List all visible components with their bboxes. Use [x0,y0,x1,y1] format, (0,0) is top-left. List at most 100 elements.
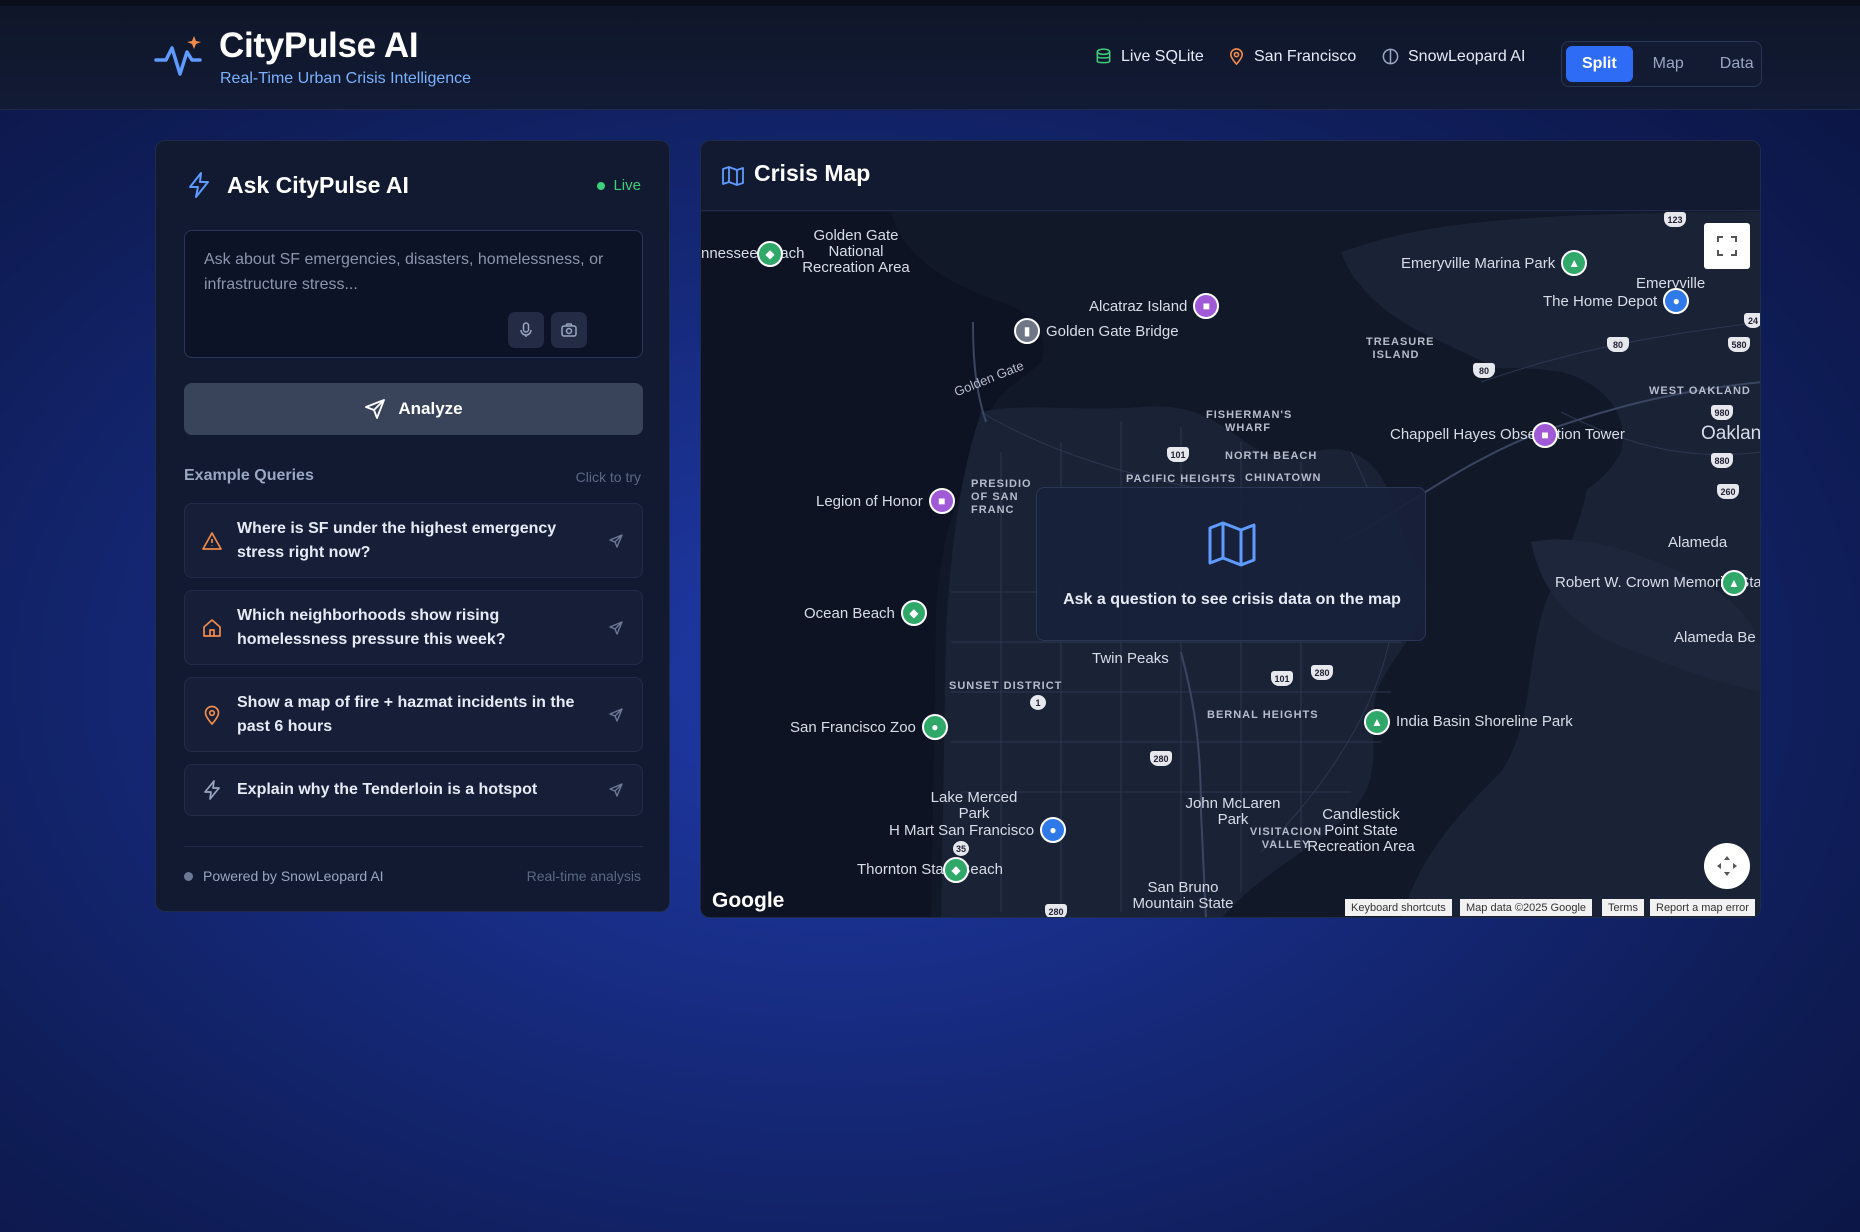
view-data-button[interactable]: Data [1704,46,1770,82]
send-icon [609,621,623,635]
poi-label: John McLaren Park [1185,795,1281,828]
poi-thornton[interactable]: Thornton State Beach ◆ [857,857,1003,883]
location-status: San Francisco [1227,47,1356,66]
home-icon [203,619,221,637]
poi-label: Legion of Honor [816,492,923,510]
engine-status: SnowLeopard AI [1381,47,1525,66]
poi-legion-of-honor[interactable]: Legion of Honor ■ [816,488,955,514]
poi-emeryville-marina[interactable]: Emeryville Marina Park ▲ [1401,250,1588,276]
view-map-button[interactable]: Map [1637,46,1700,82]
poi-label: Oaklan [1701,423,1761,444]
database-status: Live SQLite [1094,47,1204,66]
crisis-map-panel: Crisis Map Golden Gate National Recreati… [700,140,1761,918]
poi-alcatraz[interactable]: Alcatraz Island ■ [1089,293,1220,319]
highway-shield: 880 [1711,453,1733,468]
museum-pin-icon: ■ [928,488,955,514]
view-split-button[interactable]: Split [1566,46,1633,82]
camera-button[interactable] [551,312,587,348]
highway-shield: 101 [1271,671,1293,686]
analyze-button[interactable]: Analyze [184,383,643,435]
send-icon [609,708,623,722]
area-label: PACIFIC HEIGHTS [1126,473,1237,485]
live-label: Live [613,177,641,194]
highway-shield: 260 [1717,484,1739,499]
highway-shield: 280 [1045,904,1067,917]
poi-label: Chappell Hayes Observation Tower [1390,426,1625,443]
area-label: WEST OAKLAND [1649,385,1751,397]
poi-sf-zoo[interactable]: San Francisco Zoo ● [790,714,948,740]
poi-home-depot[interactable]: The Home Depot ● [1543,288,1690,314]
bridge-pin-icon: ▮ [1014,318,1040,344]
example-query-text: Show a map of fire + hazmat incidents in… [237,694,575,735]
map-empty-state-text: Ask a question to see crisis data on the… [1063,591,1401,608]
poi-label: Alameda [1668,534,1728,551]
map-header: Crisis Map [701,141,1760,211]
example-query-text: Where is SF under the highest emergency … [237,520,557,561]
map-canvas[interactable]: Golden Gate National Recreation Area nne… [701,212,1761,917]
example-query-1[interactable]: Where is SF under the highest emergency … [184,503,643,578]
beach-pin-icon: ◆ [943,857,969,883]
poi-india-basin[interactable]: ▲ India Basin Shoreline Park [1364,709,1573,735]
example-query-text: Explain why the Tenderloin is a hotspot [237,781,538,798]
poi-label: Twin Peaks [1092,650,1169,667]
poi-label: San Francisco Zoo [790,718,916,736]
highway-shield: 35 [953,841,969,856]
poi-chappell-hayes[interactable]: Chappell Hayes Observation Tower ■ [1390,422,1625,448]
poi-tennessee-beach[interactable]: nnessee Beach ◆ [701,241,804,267]
highway-shield: 1 [1030,695,1046,710]
area-label: CHINATOWN [1245,472,1322,484]
park-pin-icon: ▲ [1721,570,1747,596]
ask-panel: Ask CityPulse AI Live Ask about SF emerg… [155,140,670,912]
highway-shield: 101 [1167,447,1189,462]
park-pin-icon: ▲ [1364,709,1390,735]
poi-ocean-beach[interactable]: Ocean Beach ◆ [804,600,927,626]
example-query-2[interactable]: Which neighborhoods show rising homeless… [184,590,643,665]
status-dot-icon [184,871,193,881]
poi-hmart[interactable]: H Mart San Francisco ● [889,817,1067,843]
zoo-pin-icon: ● [921,714,948,740]
ask-panel-title: Ask CityPulse AI [227,172,409,198]
highway-shield: 80 [1473,363,1495,378]
app-title: CityPulse AI [219,26,419,65]
area-label: FISHERMAN'S WHARF [1206,409,1293,434]
realtime-label: Real-time analysis [526,868,641,884]
poi-label: Alcatraz Island [1089,297,1188,315]
fullscreen-button[interactable] [1704,223,1750,269]
microphone-button[interactable] [508,312,544,348]
send-icon [609,783,623,797]
highway-shield: 980 [1711,405,1733,420]
engine-status-label: SnowLeopard AI [1408,47,1526,65]
examples-hint: Click to try [575,469,641,485]
view-mode-toggle: Split Map Data [1561,41,1762,87]
beach-pin-icon: ◆ [900,600,927,626]
query-input[interactable]: Ask about SF emergencies, disasters, hom… [184,230,643,358]
warning-triangle-icon [202,532,222,550]
poi-label: Ocean Beach [804,604,895,622]
powered-by-label: Powered by SnowLeopard AI [203,868,384,884]
area-label: SUNSET DISTRICT [949,680,1063,692]
send-icon [365,399,386,419]
database-icon [1096,48,1111,64]
keyboard-shortcuts-link[interactable]: Keyboard shortcuts [1345,899,1452,916]
highway-shield: 80 [1607,337,1629,352]
area-label: NORTH BEACH [1225,450,1318,462]
poi-label: The Home Depot [1543,292,1658,310]
area-label: BERNAL HEIGHTS [1207,709,1319,721]
terms-link[interactable]: Terms [1602,899,1644,916]
send-icon [609,534,623,548]
example-query-4[interactable]: Explain why the Tenderloin is a hotspot [184,764,643,816]
map-pin-icon [204,705,220,726]
poi-crown-beach[interactable]: Robert W. Crown Memorial State Beach ▲ [1555,570,1760,596]
park-pin-icon: ▲ [1561,250,1588,276]
poi-label: Alameda Be [1674,629,1756,646]
report-map-error-link[interactable]: Report a map error [1650,899,1755,916]
poi-golden-gate-bridge[interactable]: ▮ Golden Gate Bridge [1014,318,1179,344]
store-pin-icon: ● [1663,288,1690,314]
fullscreen-icon [1717,236,1737,256]
recenter-button[interactable] [1704,843,1750,889]
example-query-3[interactable]: Show a map of fire + hazmat incidents in… [184,677,643,752]
location-status-label: San Francisco [1254,47,1357,65]
app-subtitle: Real-Time Urban Crisis Intelligence [220,70,472,87]
poi-label: Thornton State Beach [857,861,1003,878]
map-pin-icon [1229,48,1244,66]
